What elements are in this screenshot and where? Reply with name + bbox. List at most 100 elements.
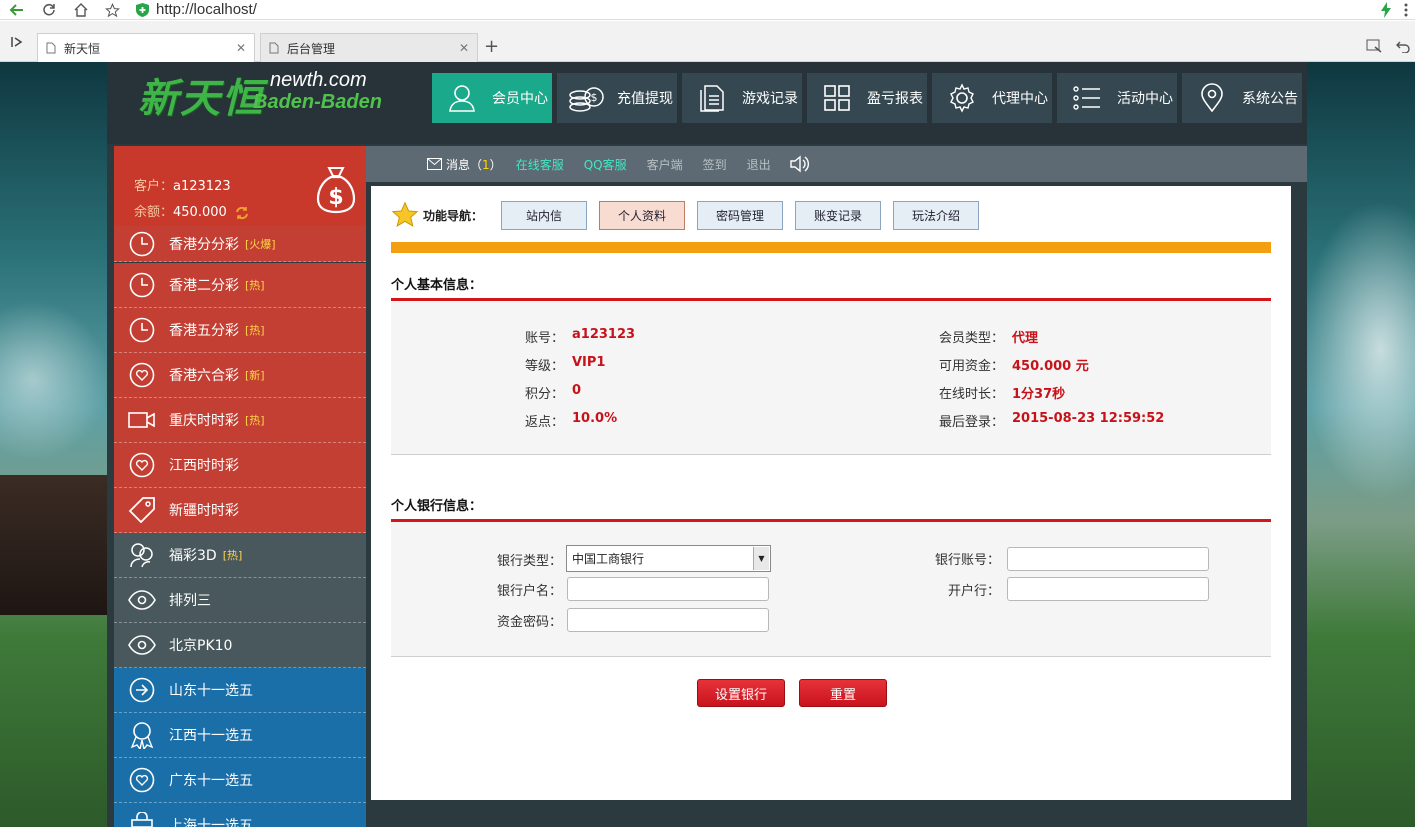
- basic-info-title: 个人基本信息：: [391, 278, 483, 293]
- sidebar-item[interactable]: 江西时时彩: [114, 443, 366, 488]
- nav-recharge-withdraw[interactable]: $ 充值提现: [557, 73, 677, 123]
- bank-type-select[interactable]: 中国工商银行 ▼: [566, 545, 771, 572]
- back-icon[interactable]: [6, 0, 28, 20]
- nav-label: 活动中心: [1117, 91, 1173, 107]
- undo-icon[interactable]: [1396, 39, 1410, 53]
- points-value: 0: [572, 383, 582, 398]
- sidebar-item-label: 江西十一选五: [169, 728, 253, 744]
- close-tab-icon[interactable]: ✕: [459, 41, 469, 55]
- lightning-icon[interactable]: [1375, 0, 1397, 20]
- refresh-icon[interactable]: [235, 206, 249, 220]
- logo-text[interactable]: 新天恒: [138, 66, 264, 124]
- speaker-icon[interactable]: [789, 155, 809, 173]
- page-icon: [269, 42, 279, 54]
- sidebar-item[interactable]: 香港六合彩 [新]: [114, 353, 366, 398]
- bank-type-label: 银行类型：: [496, 554, 562, 569]
- sidebar-item[interactable]: 新疆时时彩: [114, 488, 366, 533]
- award-ribbon-icon: [128, 721, 156, 749]
- nav-agent-center[interactable]: 代理中心: [932, 73, 1052, 123]
- tab-bar: 新天恒 ✕ 后台管理 ✕ +: [0, 21, 1415, 62]
- member-type-value: 代理: [1012, 331, 1039, 346]
- logout-link[interactable]: 退出: [747, 156, 771, 173]
- sidebar-item-label: 重庆时时彩: [169, 413, 239, 429]
- sidebar-item[interactable]: 广东十一选五: [114, 758, 366, 803]
- account-name-input[interactable]: [567, 577, 769, 601]
- sidebar-item[interactable]: 北京PK10: [114, 623, 366, 668]
- sidebar-item[interactable]: 福彩3D [热]: [114, 533, 366, 578]
- sidebar-item-tag: [热]: [222, 549, 243, 562]
- game-rules-button[interactable]: 玩法介绍: [893, 201, 979, 230]
- money-bag-icon: $: [316, 166, 356, 214]
- eye-icon: [128, 586, 156, 614]
- svg-text:$: $: [328, 185, 343, 210]
- level-value: VIP1: [572, 355, 606, 370]
- account-label: 账号：: [524, 331, 564, 346]
- sidebar-item[interactable]: 山东十一选五: [114, 668, 366, 713]
- location-pin-icon: [1188, 83, 1236, 113]
- reload-icon[interactable]: [38, 0, 60, 20]
- nav-system-notice[interactable]: 系统公告: [1182, 73, 1302, 123]
- url-field[interactable]: http://localhost/: [156, 0, 257, 20]
- heart-circle-icon: [128, 766, 156, 794]
- sidebar-item[interactable]: 香港二分彩 [热]: [114, 263, 366, 308]
- sidebar-item-label: 香港二分彩: [169, 278, 239, 294]
- message-count: 1: [482, 157, 490, 172]
- account-changes-button[interactable]: 账变记录: [795, 201, 881, 230]
- nav-activity-center[interactable]: 活动中心: [1057, 73, 1177, 123]
- browser-tab-label: 后台管理: [287, 41, 336, 56]
- logo-domain: newth.com: [270, 69, 367, 91]
- close-tab-icon[interactable]: ✕: [236, 41, 246, 55]
- online-service-link[interactable]: 在线客服: [516, 156, 564, 173]
- sidebar-item-label: 北京PK10: [169, 638, 233, 654]
- set-bank-button[interactable]: 设置银行: [697, 679, 785, 707]
- bank-account-input[interactable]: [1007, 547, 1209, 571]
- message-link[interactable]: 消息（1）: [446, 156, 502, 173]
- nav-member-center[interactable]: 会员中心: [432, 73, 552, 123]
- bank-type-value: 中国工商银行: [572, 552, 645, 566]
- dropdown-arrow-icon[interactable]: ▼: [753, 547, 769, 570]
- browser-tab-2[interactable]: 后台管理 ✕: [260, 33, 478, 62]
- background-cloud: [1300, 200, 1415, 500]
- sidebar-item[interactable]: 香港五分彩 [热]: [114, 308, 366, 353]
- home-icon[interactable]: [70, 0, 92, 20]
- coins-icon: $: [563, 83, 611, 113]
- envelope-icon[interactable]: [427, 158, 442, 170]
- balance-value: 450.000: [173, 205, 227, 220]
- sidebar-item[interactable]: 上海十一选五: [114, 803, 366, 827]
- balance-label: 余额：: [134, 205, 174, 220]
- screenshot-icon[interactable]: [1366, 39, 1382, 53]
- nav-game-records[interactable]: 游戏记录: [682, 73, 802, 123]
- password-management-button[interactable]: 密码管理: [697, 201, 783, 230]
- arrow-circle-icon: [128, 676, 156, 704]
- level-label: 等级：: [524, 359, 564, 374]
- bank-account-label: 银行账号：: [934, 553, 1000, 568]
- fund-password-input[interactable]: [567, 608, 769, 632]
- branch-input[interactable]: [1007, 577, 1209, 601]
- qq-service-link[interactable]: QQ客服: [584, 156, 627, 173]
- sidebar-item[interactable]: 排列三: [114, 578, 366, 623]
- heart-circle-icon: [128, 361, 156, 389]
- new-tab-icon[interactable]: +: [484, 36, 499, 57]
- branch-label: 开户行：: [947, 584, 1000, 599]
- list-icon: [1063, 84, 1111, 112]
- content-panel: [371, 186, 1291, 800]
- browser-tab-1[interactable]: 新天恒 ✕: [37, 33, 255, 62]
- bank-info-title: 个人银行信息：: [391, 499, 483, 514]
- checkin-link[interactable]: 签到: [703, 156, 727, 173]
- nav-label: 充值提现: [617, 91, 673, 107]
- menu-icon[interactable]: [1395, 0, 1415, 20]
- profile-button[interactable]: 个人资料: [599, 201, 685, 230]
- reset-button[interactable]: 重置: [799, 679, 887, 707]
- tag-icon: [128, 496, 156, 524]
- inbox-button[interactable]: 站内信: [501, 201, 587, 230]
- nav-label: 系统公告: [1242, 91, 1298, 107]
- sidebar-item[interactable]: 江西十一选五: [114, 713, 366, 758]
- sidebar-toggle-icon[interactable]: [8, 33, 26, 51]
- balance-line: 余额：450.000: [134, 201, 249, 220]
- sidebar-item[interactable]: 重庆时时彩 [热]: [114, 398, 366, 443]
- client-link[interactable]: 客户端: [647, 156, 683, 173]
- sidebar-item-tag: [火爆]: [245, 237, 276, 251]
- star-icon[interactable]: [101, 0, 123, 20]
- nav-profit-report[interactable]: 盈亏报表: [807, 73, 927, 123]
- sidebar-item-tag: [热]: [245, 414, 265, 427]
